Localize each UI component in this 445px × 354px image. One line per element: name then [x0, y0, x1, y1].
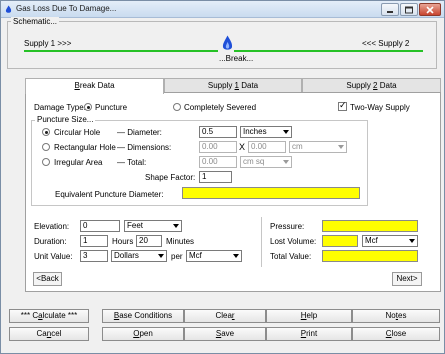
elevation-input[interactable]: 0 [80, 220, 120, 232]
help-button[interactable]: Help [266, 309, 352, 323]
supply2-pipe [234, 50, 423, 52]
back-button[interactable]: <Back [33, 272, 62, 286]
print-button[interactable]: Print [266, 327, 352, 341]
base-conditions-button[interactable]: Base Conditions [102, 309, 184, 323]
tab-break-data[interactable]: Break Data [25, 78, 164, 94]
equiv-diameter-label: Equivalent Puncture Diameter: [55, 190, 164, 199]
calculate-button[interactable]: *** Calculate *** [9, 309, 89, 323]
severed-radio-label[interactable]: Completely Severed [184, 103, 256, 112]
elevation-unit-select[interactable]: Feet [124, 220, 182, 232]
window-title: Gas Loss Due To Damage... [16, 4, 117, 13]
tab-supply2-data[interactable]: Supply 2 Data [302, 78, 441, 93]
minimize-icon [387, 10, 393, 13]
per-label: per [171, 252, 183, 261]
dimension2-input[interactable]: 0.00 [248, 141, 286, 153]
supply1-label: Supply 1 >>> [24, 39, 72, 48]
puncture-size-legend: Puncture Size... [35, 115, 96, 124]
supply1-pipe [24, 50, 218, 52]
chevron-down-icon [173, 224, 179, 228]
puncture-radio-label[interactable]: Puncture [95, 103, 127, 112]
total-label: — Total: [117, 158, 147, 167]
puncture-radio[interactable] [84, 103, 92, 111]
hours-label: Hours [112, 237, 134, 246]
schematic-group: Schematic... Supply 1 >>> <<< Supply 2 .… [7, 17, 437, 69]
cancel-button[interactable]: Cancel [9, 327, 89, 341]
times-symbol: X [239, 142, 246, 152]
rectangular-hole-label[interactable]: Rectangular Hole [54, 143, 116, 152]
diameter-label: — Diameter: [117, 128, 162, 137]
damage-type-label: Damage Type: [34, 103, 86, 112]
diameter-unit-select[interactable]: Inches [240, 126, 292, 138]
elevation-label: Elevation: [34, 222, 70, 231]
diameter-input[interactable]: 0.5 [199, 126, 237, 138]
next-button[interactable]: Next> [392, 272, 422, 286]
minimize-button[interactable] [381, 3, 399, 16]
break-label: ...Break... [219, 54, 254, 63]
maximize-button[interactable] [400, 3, 418, 16]
maximize-icon [405, 6, 413, 13]
duration-hours-input[interactable]: 1 [80, 235, 108, 247]
chevron-down-icon [283, 130, 289, 134]
chevron-down-icon [283, 160, 289, 164]
circular-hole-label[interactable]: Circular Hole [54, 128, 100, 137]
two-way-supply-checkbox[interactable] [338, 100, 347, 111]
tab-supply1-data[interactable]: Supply 1 Data [164, 78, 302, 93]
puncture-size-group: Puncture Size... Circular Hole — Diamete… [31, 115, 368, 206]
severed-radio[interactable] [173, 103, 181, 111]
pressure-label: Pressure: [270, 222, 305, 231]
app-flame-icon [5, 5, 12, 13]
rectangular-hole-radio[interactable] [42, 143, 50, 151]
title-bar[interactable]: Gas Loss Due To Damage... [1, 1, 444, 18]
gas-loss-window: Gas Loss Due To Damage... Schematic... S… [0, 0, 445, 354]
save-button[interactable]: Save [184, 327, 266, 341]
dimensions-label: — Dimensions: [117, 143, 172, 152]
results-divider [261, 217, 262, 267]
lost-volume-unit-select[interactable]: Mcf [362, 235, 418, 247]
shape-factor-label: Shape Factor: [145, 173, 196, 182]
irregular-area-label[interactable]: Irregular Area [54, 158, 102, 167]
equiv-diameter-field [182, 187, 360, 199]
chevron-down-icon [409, 239, 415, 243]
pressure-field [322, 220, 418, 232]
break-data-panel: Damage Type: Puncture Completely Severed… [25, 92, 441, 292]
chevron-down-icon [158, 254, 164, 258]
irregular-area-radio[interactable] [42, 158, 50, 166]
unit-value-label: Unit Value: [34, 252, 73, 261]
shape-factor-input[interactable]: 1 [199, 171, 232, 183]
currency-unit-select[interactable]: Dollars [111, 250, 167, 262]
close-button[interactable] [419, 3, 441, 16]
total-value-label: Total Value: [270, 252, 312, 261]
open-button[interactable]: Open [102, 327, 184, 341]
lost-volume-field [322, 235, 358, 247]
total-area-input[interactable]: 0.00 [199, 156, 237, 168]
dimension-unit-select[interactable]: cm [289, 141, 347, 153]
break-flame-icon [222, 35, 233, 50]
total-area-unit-select[interactable]: cm sq [240, 156, 292, 168]
dimension1-input[interactable]: 0.00 [199, 141, 237, 153]
minutes-label: Minutes [166, 237, 195, 246]
tab-strip: Break Data Supply 1 Data Supply 2 Data [25, 78, 445, 94]
total-value-field [322, 250, 418, 262]
chevron-down-icon [338, 145, 344, 149]
clear-button[interactable]: Clear [184, 309, 266, 323]
duration-minutes-input[interactable]: 20 [136, 235, 162, 247]
unit-value-input[interactable]: 3 [80, 250, 108, 262]
close-icon [426, 6, 434, 13]
chevron-down-icon [233, 254, 239, 258]
supply2-label: <<< Supply 2 [362, 39, 410, 48]
per-unit-select[interactable]: Mcf [186, 250, 242, 262]
two-way-supply-label[interactable]: Two-Way Supply [350, 103, 410, 112]
schematic-legend: Schematic... [11, 17, 60, 26]
duration-label: Duration: [34, 237, 67, 246]
lost-volume-label: Lost Volume: [270, 237, 317, 246]
circular-hole-radio[interactable] [42, 128, 50, 136]
close-window-button[interactable]: Close [352, 327, 440, 341]
notes-button[interactable]: Notes [352, 309, 440, 323]
